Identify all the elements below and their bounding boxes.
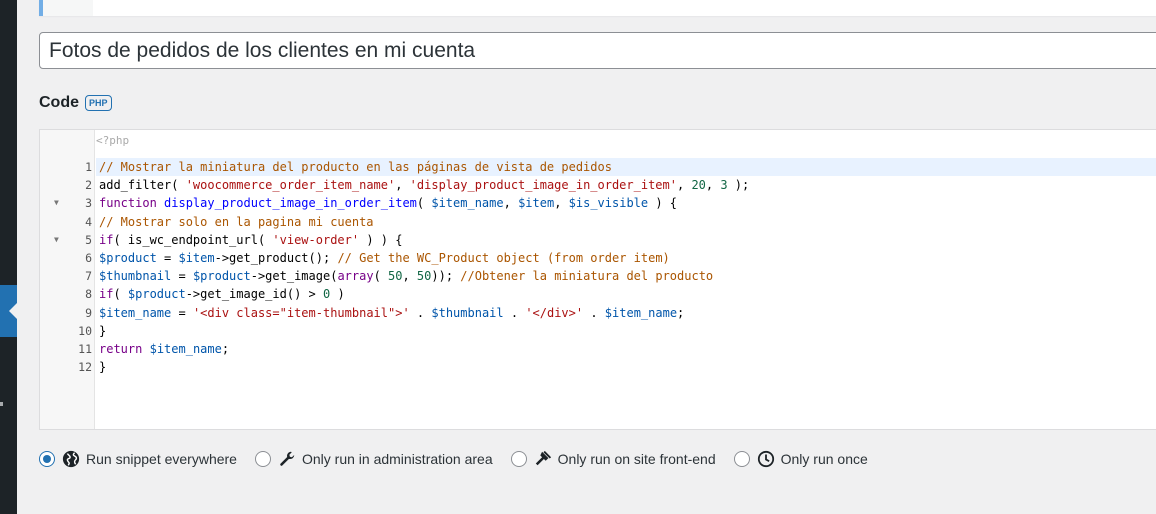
- hammer-icon: [534, 450, 552, 468]
- line-number: 5: [85, 232, 92, 247]
- scope-option[interactable]: Only run once: [733, 450, 868, 468]
- code-line[interactable]: 7 $thumbnail = $product->get_image(array(…: [40, 267, 1156, 285]
- code-line[interactable]: ▼ 5 if( is_wc_endpoint_url( 'view-order' )…: [40, 231, 1156, 249]
- code-heading: Code PHP: [39, 94, 112, 112]
- wrench-icon: [278, 450, 296, 468]
- code-line[interactable]: 2 add_filter( 'woocommerce_order_item_nam…: [40, 176, 1156, 194]
- line-number: 7: [85, 269, 92, 284]
- code-text[interactable]: $item_name = '<div class="item-thumbnail…: [96, 304, 1156, 322]
- code-text[interactable]: // Mostrar solo en la pagina mi cuenta: [96, 213, 1156, 231]
- scope-options: Run snippet everywhere Only run in admini…: [39, 450, 886, 468]
- scope-option[interactable]: Only run in administration area: [254, 450, 493, 468]
- line-number: 1: [85, 160, 92, 174]
- line-number: 9: [85, 305, 92, 320]
- php-badge: PHP: [85, 95, 112, 111]
- top-notice: [39, 0, 1156, 16]
- code-line[interactable]: 11 return $item_name;: [40, 340, 1156, 358]
- code-text[interactable]: return $item_name;: [96, 340, 1156, 358]
- code-text[interactable]: // Mostrar la miniatura del producto en …: [96, 158, 1156, 177]
- code-text[interactable]: if( $product->get_image_id() > 0 ): [96, 285, 1156, 303]
- admin-sidebar: [0, 0, 17, 514]
- code-line[interactable]: 4 // Mostrar solo en la pagina mi cuenta: [40, 213, 1156, 231]
- code-editor[interactable]: <?php 1 // Mostrar la miniatura del produ…: [39, 129, 1156, 430]
- code-text[interactable]: $thumbnail = $product->get_image(array( …: [96, 267, 1156, 285]
- code-line[interactable]: 10}: [40, 322, 1156, 340]
- code-line[interactable]: ▼ 3 function display_product_image_in_orde…: [40, 194, 1156, 212]
- line-number: 4: [85, 214, 92, 229]
- line-number: 8: [85, 287, 92, 302]
- php-open-tag: <?php: [96, 134, 130, 147]
- code-text[interactable]: $product = $item->get_product(); // Get …: [96, 249, 1156, 267]
- code-text[interactable]: add_filter( 'woocommerce_order_item_name…: [96, 176, 1156, 194]
- scope-option[interactable]: Run snippet everywhere: [39, 450, 237, 468]
- line-number: 3: [85, 196, 92, 211]
- sidebar-indicator: [0, 402, 3, 406]
- sidebar-current-item[interactable]: [0, 285, 17, 337]
- code-text[interactable]: }: [96, 358, 1156, 376]
- line-number: 10: [78, 323, 92, 338]
- code-text[interactable]: }: [96, 322, 1156, 340]
- scope-radio[interactable]: [510, 451, 527, 467]
- scope-option-label: Only run on site front-end: [557, 451, 716, 467]
- scope-option-label: Only run in administration area: [301, 451, 493, 467]
- code-line[interactable]: 6 $product = $item->get_product(); // Get…: [40, 249, 1156, 267]
- code-line[interactable]: 9 $item_name = '<div class="item-thumbnai…: [40, 304, 1156, 322]
- code-text[interactable]: if( is_wc_endpoint_url( 'view-order' ) )…: [96, 231, 1156, 249]
- code-line[interactable]: 12}: [40, 358, 1156, 376]
- line-number: 2: [85, 178, 92, 193]
- scope-option[interactable]: Only run on site front-end: [510, 450, 716, 468]
- top-notice-inner: [43, 0, 93, 16]
- code-label: Code: [39, 94, 79, 111]
- globe-icon: [62, 450, 80, 468]
- snippet-title-input[interactable]: [39, 32, 1156, 69]
- code-text[interactable]: function display_product_image_in_order_…: [96, 194, 1156, 212]
- code-line[interactable]: 1 // Mostrar la miniatura del producto en…: [40, 158, 1156, 177]
- line-number: 6: [85, 250, 92, 265]
- scope-radio[interactable]: [39, 451, 55, 467]
- line-number: 12: [78, 360, 92, 375]
- scope-option-label: Only run once: [780, 451, 868, 467]
- line-number: 11: [78, 341, 92, 356]
- scope-option-label: Run snippet everywhere: [86, 451, 237, 467]
- scope-radio[interactable]: [733, 451, 750, 467]
- code-line[interactable]: 8 if( $product->get_image_id() > 0 ): [40, 285, 1156, 303]
- scope-radio[interactable]: [254, 451, 271, 467]
- code-lines[interactable]: 1 // Mostrar la miniatura del producto en…: [40, 158, 1156, 376]
- clock-icon: [757, 450, 775, 468]
